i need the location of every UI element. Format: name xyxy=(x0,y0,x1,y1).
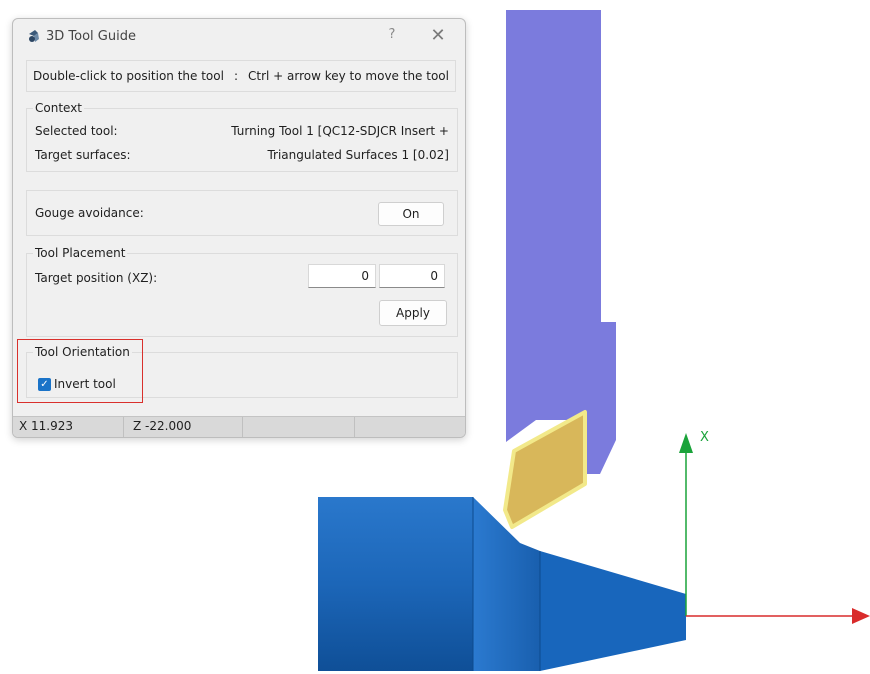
target-z-field[interactable]: 0 xyxy=(379,264,445,288)
target-surfaces-label: Target surfaces: xyxy=(35,148,131,162)
tool-placement-title: Tool Placement xyxy=(33,246,128,260)
apply-button[interactable]: Apply xyxy=(379,300,447,326)
target-surfaces-value: Triangulated Surfaces 1 [0.02] xyxy=(267,148,449,162)
selected-tool-value: Turning Tool 1 [QC12-SDJCR Insert + xyxy=(231,124,449,138)
highlight-box xyxy=(17,339,143,403)
selected-tool-label: Selected tool: xyxy=(35,124,118,138)
hint-bar: Double-click to position the tool : Ctrl… xyxy=(26,60,456,92)
target-x-field[interactable]: 0 xyxy=(308,264,376,288)
tool-holder xyxy=(506,10,616,474)
status-divider xyxy=(242,417,243,437)
gouge-group: Gouge avoidance: On xyxy=(26,190,458,236)
target-position-label: Target position (XZ): xyxy=(35,271,158,285)
gouge-avoidance-toggle[interactable]: On xyxy=(378,202,444,226)
status-z: Z -22.000 xyxy=(133,419,192,433)
hint-double-click: Double-click to position the tool xyxy=(33,69,224,83)
hint-separator: : xyxy=(233,69,238,83)
z-axis xyxy=(686,608,870,624)
gouge-avoidance-label: Gouge avoidance: xyxy=(35,206,144,220)
tool-placement-group: Tool Placement Target position (XZ): 0 0… xyxy=(26,246,458,337)
hint-arrow-keys: Ctrl + arrow key to move the tool xyxy=(247,69,449,83)
dialog-titlebar[interactable]: 3D Tool Guide ? ✕ xyxy=(13,19,465,53)
x-axis-label: X xyxy=(700,430,709,445)
status-divider xyxy=(354,417,355,437)
close-button[interactable]: ✕ xyxy=(427,26,449,48)
status-bar: X 11.923 Z -22.000 xyxy=(13,416,465,437)
context-group: Context Selected tool: Turning Tool 1 [Q… xyxy=(26,101,458,172)
workpiece xyxy=(318,497,686,671)
help-button[interactable]: ? xyxy=(382,27,402,47)
x-axis xyxy=(679,433,693,616)
status-divider xyxy=(123,417,124,437)
dialog-title: 3D Tool Guide xyxy=(46,29,136,44)
context-title: Context xyxy=(33,101,85,115)
status-x: X 11.923 xyxy=(19,419,74,433)
tool-guide-app-icon xyxy=(29,30,39,42)
